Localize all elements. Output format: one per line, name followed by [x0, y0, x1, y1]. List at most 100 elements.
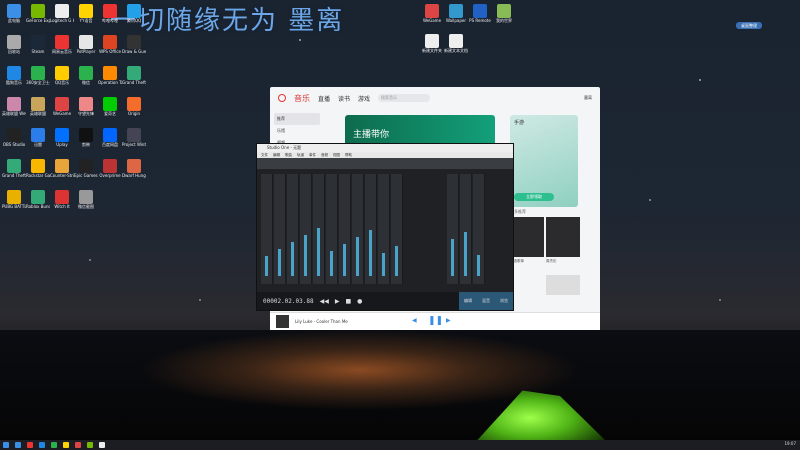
desktop-icon[interactable]: 迅雷: [26, 128, 50, 147]
music-search-input[interactable]: 搜索音乐: [378, 94, 431, 102]
promo-claim-button[interactable]: 立即领取: [514, 193, 554, 201]
mixer-channel[interactable]: [352, 174, 364, 284]
daw-menu-item[interactable]: 文件: [261, 152, 268, 158]
desktop-icon[interactable]: WeGame: [50, 97, 74, 116]
mixer-channel[interactable]: [300, 174, 312, 284]
desktop-icon[interactable]: 微信截图: [74, 190, 98, 209]
desktop-icon[interactable]: YY语音: [74, 4, 98, 23]
tile-2[interactable]: [546, 217, 580, 257]
desktop-icon[interactable]: 腾讯QQ: [122, 4, 146, 23]
desktop-icon[interactable]: 哔哩哔哩: [98, 4, 122, 23]
stop-icon[interactable]: ■: [345, 298, 351, 305]
daw-menu-item[interactable]: 音频: [321, 152, 328, 158]
desktop-icon[interactable]: Epic Games Launcher: [74, 159, 98, 178]
desktop-icon[interactable]: 微信: [74, 66, 98, 85]
desktop-icon[interactable]: Operation Tango: [98, 66, 122, 85]
desktop-icon[interactable]: 百度网盘: [98, 128, 122, 147]
daw-menu-item[interactable]: 轨道: [297, 152, 304, 158]
desktop-icon[interactable]: WeGame: [420, 4, 444, 23]
tab-mix[interactable]: 混音: [477, 292, 495, 310]
desktop-icon[interactable]: Steam: [26, 35, 50, 54]
desktop-icon[interactable]: WPS Office: [98, 35, 122, 54]
taskbar-app-icon[interactable]: [39, 442, 45, 448]
desktop-icon[interactable]: 新建文本文档: [444, 34, 468, 53]
desktop-icon[interactable]: Wallpaper: [444, 4, 468, 23]
mixer-channel[interactable]: [473, 174, 485, 284]
tab-books[interactable]: 读书: [338, 94, 350, 103]
daw-menu-item[interactable]: 歌曲: [285, 152, 292, 158]
desktop-icon[interactable]: Dwarf Hunger: [122, 159, 146, 178]
daw-menu-item[interactable]: 编辑: [273, 152, 280, 158]
taskbar-app-icon[interactable]: [51, 442, 57, 448]
desktop-organize-badge[interactable]: 桌面整理: [736, 22, 762, 29]
desktop-icon[interactable]: PotPlayer: [74, 35, 98, 54]
taskbar-app-icon[interactable]: [87, 442, 93, 448]
mixer-channel[interactable]: [274, 174, 286, 284]
desktop-icon[interactable]: 回收站: [2, 35, 26, 54]
clock[interactable]: 19:07: [784, 441, 796, 446]
record-icon[interactable]: ●: [357, 298, 362, 305]
mixer-channel[interactable]: [460, 174, 472, 284]
desktop-icon[interactable]: Counter-Strike: [50, 159, 74, 178]
mixer-channel[interactable]: [378, 174, 390, 284]
desktop-icon[interactable]: Grand Theft Auto V: [122, 66, 146, 85]
desktop-icon[interactable]: GeForce Experience: [26, 4, 50, 23]
desktop-icon[interactable]: 此电脑: [2, 4, 26, 23]
next-track-icon[interactable]: ▶: [446, 317, 451, 324]
game-promo-card[interactable]: 手游 立即领取: [510, 115, 578, 207]
user-name[interactable]: 墨离: [584, 95, 592, 101]
mixer-channel[interactable]: [391, 174, 403, 284]
desktop-icon[interactable]: Draw & Guess: [122, 35, 146, 54]
play-icon[interactable]: ▶: [335, 298, 340, 305]
desktop-icon[interactable]: QQ音乐: [50, 66, 74, 85]
daw-menu-item[interactable]: 帮助: [345, 152, 352, 158]
desktop-icon[interactable]: 爱奇艺: [98, 97, 122, 116]
desktop-icon[interactable]: PUBG BATTLEGROUNDS: [2, 190, 26, 209]
desktop-icon[interactable]: 新建文件夹: [420, 34, 444, 53]
sidebar-item-library[interactable]: 乐馆: [274, 125, 320, 137]
tab-music[interactable]: 音乐: [294, 93, 310, 104]
desktop-icon[interactable]: Rockstar Games: [26, 159, 50, 178]
desktop-icon[interactable]: OBS Studio: [2, 128, 26, 147]
desktop-icon[interactable]: 英雄联盟 WeGame: [2, 97, 26, 116]
desktop-icon[interactable]: 我的世界: [492, 4, 516, 23]
tab-live[interactable]: 直播: [318, 94, 330, 103]
desktop-icon[interactable]: Grand Theft Auto V: [2, 159, 26, 178]
tile-3[interactable]: [546, 275, 580, 295]
sidebar-item-recommend[interactable]: 推荐: [274, 113, 320, 125]
desktop-icon[interactable]: Roblox Bundle: [26, 190, 50, 209]
desktop-icon[interactable]: 360安全卫士: [26, 66, 50, 85]
taskbar-app-icon[interactable]: [15, 442, 21, 448]
tab-edit[interactable]: 编辑: [459, 292, 477, 310]
desktop-icon[interactable]: 英雄联盟: [26, 97, 50, 116]
desktop-icon[interactable]: 酷狗音乐: [2, 66, 26, 85]
tab-games[interactable]: 游戏: [358, 94, 370, 103]
mixer-channel[interactable]: [365, 174, 377, 284]
mixer-channel[interactable]: [339, 174, 351, 284]
tab-browse[interactable]: 浏览: [495, 292, 513, 310]
tile-1[interactable]: [510, 217, 544, 257]
mixer-channel[interactable]: [287, 174, 299, 284]
desktop-icon[interactable]: 剪映: [74, 128, 98, 147]
pause-icon[interactable]: ❚❚: [428, 316, 443, 326]
desktop-icon[interactable]: Uplay: [50, 128, 74, 147]
mixer-channel[interactable]: [313, 174, 325, 284]
rewind-icon[interactable]: ◀◀: [320, 298, 329, 305]
taskbar-app-icon[interactable]: [75, 442, 81, 448]
mixer-channel[interactable]: [326, 174, 338, 284]
mixer-channel[interactable]: [447, 174, 459, 284]
prev-track-icon[interactable]: ◀: [412, 317, 417, 324]
taskbar-app-icon[interactable]: [27, 442, 33, 448]
desktop-icon[interactable]: 网易云音乐: [50, 35, 74, 54]
desktop-icon[interactable]: Origin: [122, 97, 146, 116]
desktop-icon[interactable]: Project Winter: [122, 128, 146, 147]
daw-window[interactable]: Studio One - 无题 文件 编辑 歌曲 轨道 事件 音频 视图 帮助 00002.0…: [256, 143, 514, 311]
taskbar-app-icon[interactable]: [99, 442, 105, 448]
desktop-icon[interactable]: PS Remote: [468, 4, 492, 23]
desktop-icon[interactable]: Overprime: [98, 159, 122, 178]
daw-menu-item[interactable]: 事件: [309, 152, 316, 158]
daw-menu-item[interactable]: 视图: [333, 152, 340, 158]
desktop-icon[interactable]: Witch It: [50, 190, 74, 209]
mixer-channel[interactable]: [261, 174, 273, 284]
desktop-icon[interactable]: 守望先锋: [74, 97, 98, 116]
